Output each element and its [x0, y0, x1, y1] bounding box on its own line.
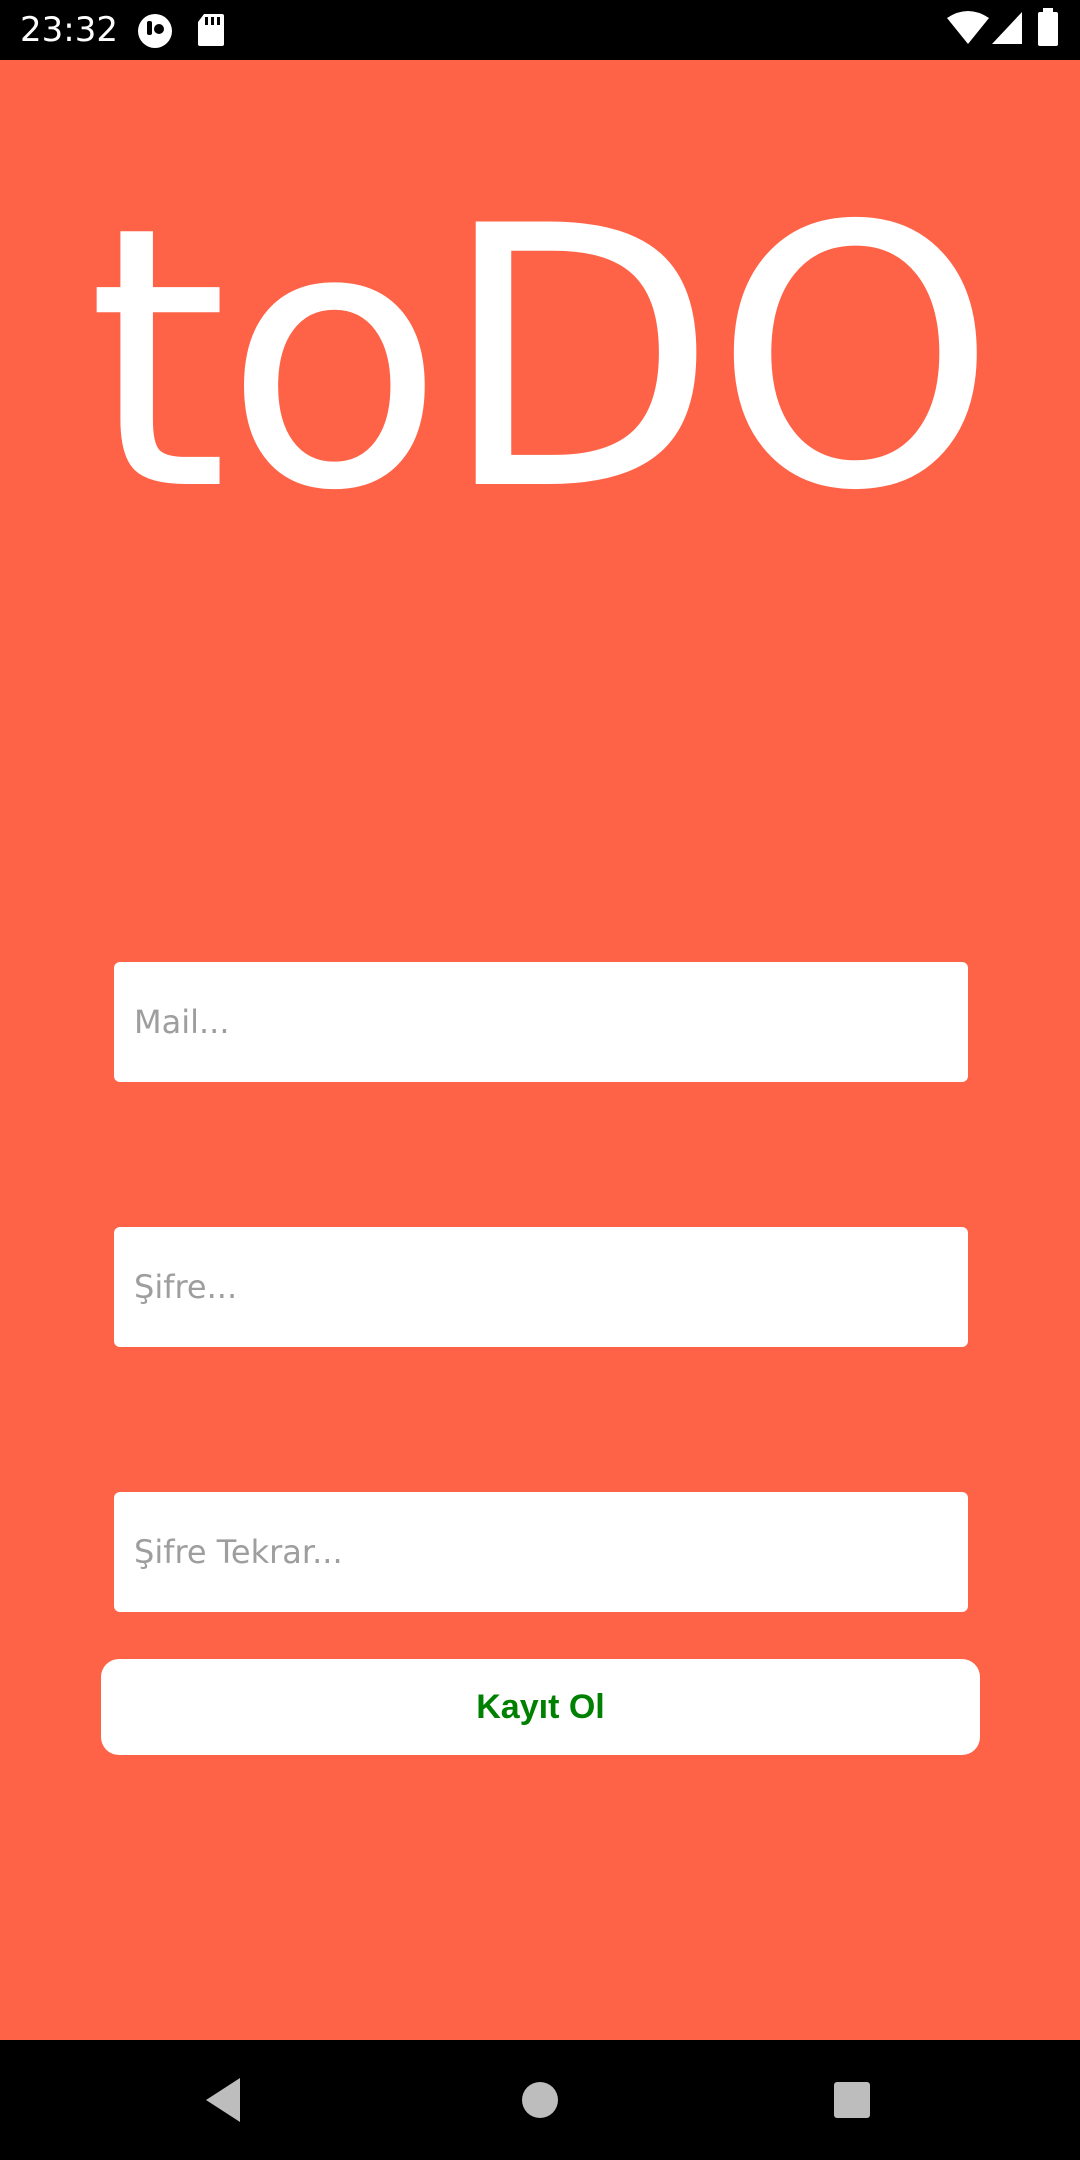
assistant-icon: [138, 14, 172, 48]
password-repeat-input[interactable]: [114, 1492, 968, 1612]
signup-screen: toDO Kayıt Ol: [0, 60, 1080, 2040]
sd-card-icon: [198, 14, 224, 46]
home-icon[interactable]: [510, 2070, 570, 2130]
recents-icon[interactable]: [822, 2070, 882, 2130]
navigation-bar: [0, 2040, 1080, 2160]
status-bar: 23:32: [0, 0, 1080, 60]
password-input[interactable]: [114, 1227, 968, 1347]
register-button[interactable]: Kayıt Ol: [101, 1659, 980, 1755]
cell-signal-icon: [992, 12, 1022, 44]
mail-input[interactable]: [114, 962, 968, 1082]
wifi-icon: [947, 11, 989, 44]
app-title: toDO: [87, 150, 997, 569]
back-icon[interactable]: [196, 2070, 256, 2130]
battery-icon: [1038, 8, 1058, 46]
status-time: 23:32: [20, 10, 118, 50]
